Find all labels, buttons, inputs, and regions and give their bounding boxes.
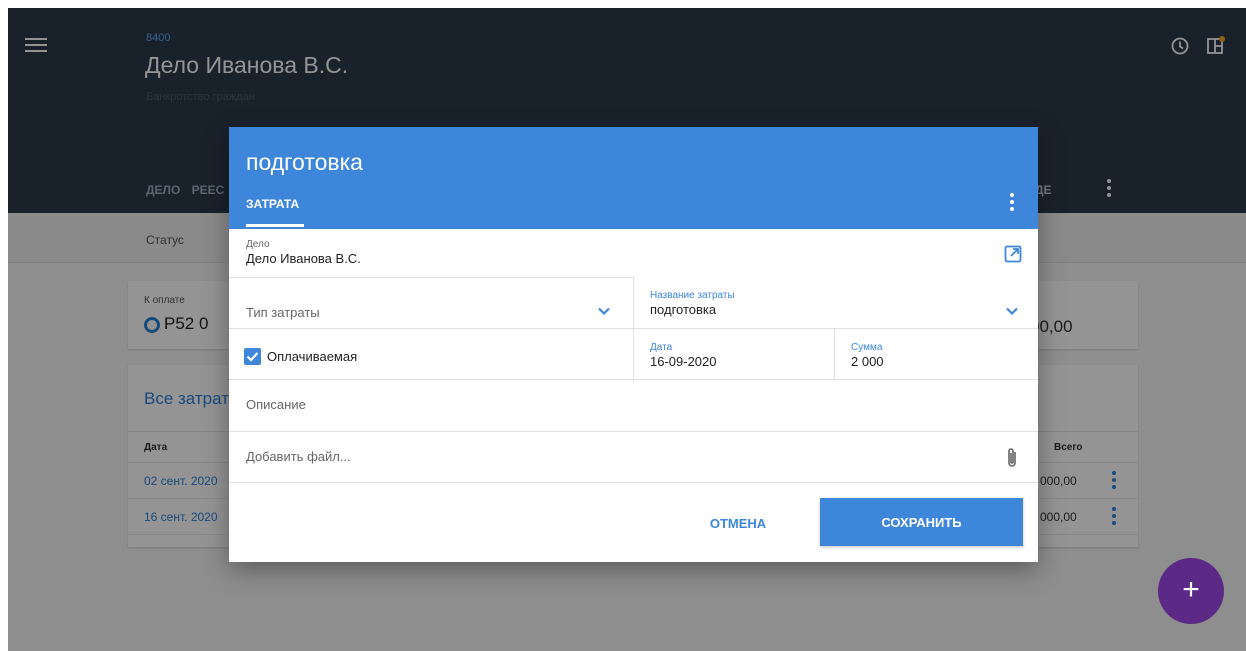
app-frame: 8400 Дело Иванова В.С. Банкротство гражд… <box>8 8 1246 651</box>
divider <box>229 328 1038 329</box>
paid-checkbox-label: Оплачиваемая <box>267 349 358 364</box>
expense-type-select[interactable]: Тип затраты <box>246 298 616 326</box>
dialog-header: подготовка ЗАТРАТА <box>229 127 1038 229</box>
description-input[interactable]: Описание <box>246 397 306 412</box>
expense-type-placeholder: Тип затраты <box>246 305 320 320</box>
case-field-label: Дело <box>246 239 270 250</box>
date-field[interactable]: Дата 16-09-2020 <box>650 342 717 369</box>
cancel-button[interactable]: ОТМЕНА <box>703 508 773 538</box>
chevron-down-icon[interactable] <box>1005 304 1019 318</box>
tab-expense[interactable]: ЗАТРАТА <box>246 197 299 211</box>
divider <box>229 277 633 278</box>
sum-value[interactable]: 2 000 <box>851 354 884 369</box>
case-field-value: Дело Иванова В.С. <box>246 251 361 266</box>
add-file-input[interactable]: Добавить файл... <box>246 449 351 464</box>
add-fab-button[interactable]: + <box>1158 558 1224 624</box>
expense-name-value: подготовка <box>650 302 717 317</box>
divider <box>229 482 1038 483</box>
paperclip-icon[interactable] <box>1004 446 1020 470</box>
divider <box>834 328 835 379</box>
sum-field[interactable]: Сумма 2 000 <box>851 342 884 369</box>
open-external-icon[interactable] <box>1003 244 1023 264</box>
tab-indicator <box>246 224 304 227</box>
dialog-more-icon[interactable] <box>1009 193 1015 213</box>
sum-label: Сумма <box>851 342 883 353</box>
expense-name-label: Название затраты <box>650 290 735 301</box>
checkbox-checked-icon[interactable] <box>244 348 261 365</box>
case-field: Дело Дело Иванова В.С. <box>246 239 361 266</box>
divider <box>229 379 1038 380</box>
chevron-down-icon[interactable] <box>597 304 611 318</box>
divider <box>229 431 1038 432</box>
dialog-title: подготовка <box>246 149 363 175</box>
expense-name-select[interactable]: Название затраты подготовка <box>650 290 1025 326</box>
save-button[interactable]: СОХРАНИТЬ <box>820 498 1023 546</box>
date-value[interactable]: 16-09-2020 <box>650 354 717 369</box>
expense-dialog: подготовка ЗАТРАТА Дело Дело Иванова В.С… <box>229 127 1038 562</box>
date-label: Дата <box>650 342 673 353</box>
